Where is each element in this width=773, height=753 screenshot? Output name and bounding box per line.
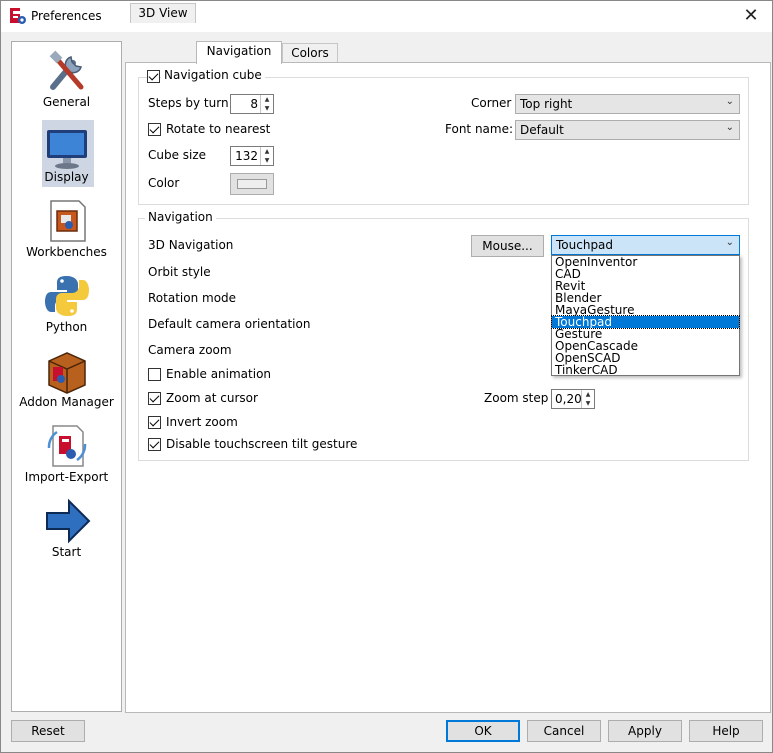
corner-label: Corner: [471, 96, 512, 110]
cube-size-value: 132: [235, 149, 258, 163]
reset-button[interactable]: Reset: [11, 720, 85, 742]
camera-zoom-label: Camera zoom: [148, 343, 232, 357]
rotation-mode-label: Rotation mode: [148, 291, 237, 305]
3d-navigation-select[interactable]: Touchpad ⌄: [551, 235, 740, 255]
cube-size-spinbox[interactable]: 132 ▲ ▼: [230, 146, 274, 166]
freecad-app-icon: [10, 8, 26, 24]
zoom-step-label: Zoom step: [484, 391, 549, 405]
python-icon: [45, 276, 89, 316]
tab-navigation[interactable]: Navigation: [196, 41, 282, 64]
color-picker-button[interactable]: [230, 173, 274, 195]
sidebar-item-label: Display: [44, 170, 89, 184]
sidebar-item-label: Workbenches: [26, 245, 107, 259]
disable-tilt-checkbox[interactable]: [148, 438, 161, 451]
navigation-cube-title: Navigation cube: [161, 68, 265, 82]
chevron-down-icon: ⌄: [725, 96, 734, 107]
color-label: Color: [148, 176, 180, 190]
zoom-at-cursor-checkbox[interactable]: [148, 392, 161, 405]
sidebar-item-addon-manager[interactable]: Addon Manager: [12, 344, 121, 416]
tools-icon: [49, 50, 84, 90]
font-name-value: Default: [520, 123, 564, 137]
sidebar-item-label: Addon Manager: [19, 395, 114, 409]
enable-animation-label: Enable animation: [166, 367, 272, 381]
3d-navigation-label: 3D Navigation: [148, 238, 234, 252]
navigation-cube-checkbox[interactable]: [147, 70, 160, 83]
spin-down-icon[interactable]: ▼: [260, 156, 273, 165]
corner-value: Top right: [520, 97, 573, 111]
sidebar-item-general[interactable]: General: [12, 44, 121, 116]
addon-box-icon: [48, 352, 86, 394]
zoom-step-value: 0,20: [555, 392, 582, 406]
rotate-to-nearest-checkbox[interactable]: [148, 123, 161, 136]
enable-animation-checkbox[interactable]: [148, 368, 161, 381]
sidebar-item-import-export[interactable]: Import-Export: [12, 419, 121, 491]
rotate-to-nearest-label: Rotate to nearest: [166, 122, 271, 136]
corner-select[interactable]: Top right ⌄: [515, 94, 740, 114]
zoom-at-cursor-label: Zoom at cursor: [166, 391, 258, 405]
default-camera-orientation-label: Default camera orientation: [148, 317, 311, 331]
spin-down-icon[interactable]: ▼: [581, 399, 594, 408]
window-title: Preferences: [31, 9, 102, 23]
title-bar: Preferences ✕: [1, 1, 772, 32]
color-swatch: [237, 179, 267, 189]
dropdown-option[interactable]: TinkerCAD: [552, 364, 739, 376]
category-sidebar: General Display Workbenches Python Addon…: [11, 41, 122, 712]
close-icon[interactable]: ✕: [740, 5, 762, 27]
invert-zoom-checkbox[interactable]: [148, 416, 161, 429]
steps-by-turn-spinbox[interactable]: 8 ▲ ▼: [230, 94, 274, 114]
invert-zoom-label: Invert zoom: [166, 415, 238, 429]
spin-up-icon[interactable]: ▲: [581, 390, 594, 399]
3d-navigation-value: Touchpad: [556, 238, 614, 252]
spin-up-icon[interactable]: ▲: [260, 95, 273, 104]
font-name-label: Font name:: [445, 122, 514, 136]
navigation-group-title: Navigation: [145, 210, 216, 224]
zoom-step-spinbox[interactable]: 0,20 ▲ ▼: [551, 389, 595, 409]
spin-up-icon[interactable]: ▲: [260, 147, 273, 156]
sidebar-item-label: Start: [51, 545, 82, 559]
spin-down-icon[interactable]: ▼: [260, 104, 273, 113]
workbench-icon: [50, 200, 86, 242]
cube-size-label: Cube size: [148, 148, 207, 162]
steps-by-turn-value: 8: [250, 97, 258, 111]
help-button[interactable]: Help: [689, 720, 763, 742]
ok-button[interactable]: OK: [446, 720, 520, 742]
sidebar-item-label: Python: [45, 320, 88, 334]
apply-button[interactable]: Apply: [608, 720, 682, 742]
preferences-window: Preferences ✕ General Display Workbenche…: [0, 0, 773, 753]
mouse-button[interactable]: Mouse...: [471, 235, 544, 257]
chevron-down-icon: ⌄: [725, 122, 734, 133]
orbit-style-label: Orbit style: [148, 265, 211, 279]
sidebar-item-start[interactable]: Start: [12, 494, 121, 566]
sidebar-item-label: Import-Export: [24, 470, 109, 484]
3d-navigation-dropdown-list: OpenInventor CAD Revit Blender MayaGestu…: [551, 255, 740, 376]
sidebar-item-display[interactable]: Display: [12, 119, 121, 191]
font-name-select[interactable]: Default ⌄: [515, 120, 740, 140]
import-export-icon: [47, 425, 87, 467]
arrow-right-icon: [46, 498, 91, 544]
sidebar-item-python[interactable]: Python: [12, 269, 121, 341]
cancel-button[interactable]: Cancel: [527, 720, 601, 742]
sidebar-item-label: General: [42, 95, 91, 109]
chevron-down-icon: ⌄: [725, 237, 734, 248]
monitor-icon: [47, 130, 87, 169]
sidebar-item-workbenches[interactable]: Workbenches: [12, 194, 121, 266]
tab-colors[interactable]: Colors: [282, 43, 338, 63]
steps-by-turn-label: Steps by turn: [148, 96, 229, 110]
disable-tilt-label: Disable touchscreen tilt gesture: [166, 437, 358, 451]
tab-3d-view[interactable]: 3D View: [130, 3, 196, 23]
